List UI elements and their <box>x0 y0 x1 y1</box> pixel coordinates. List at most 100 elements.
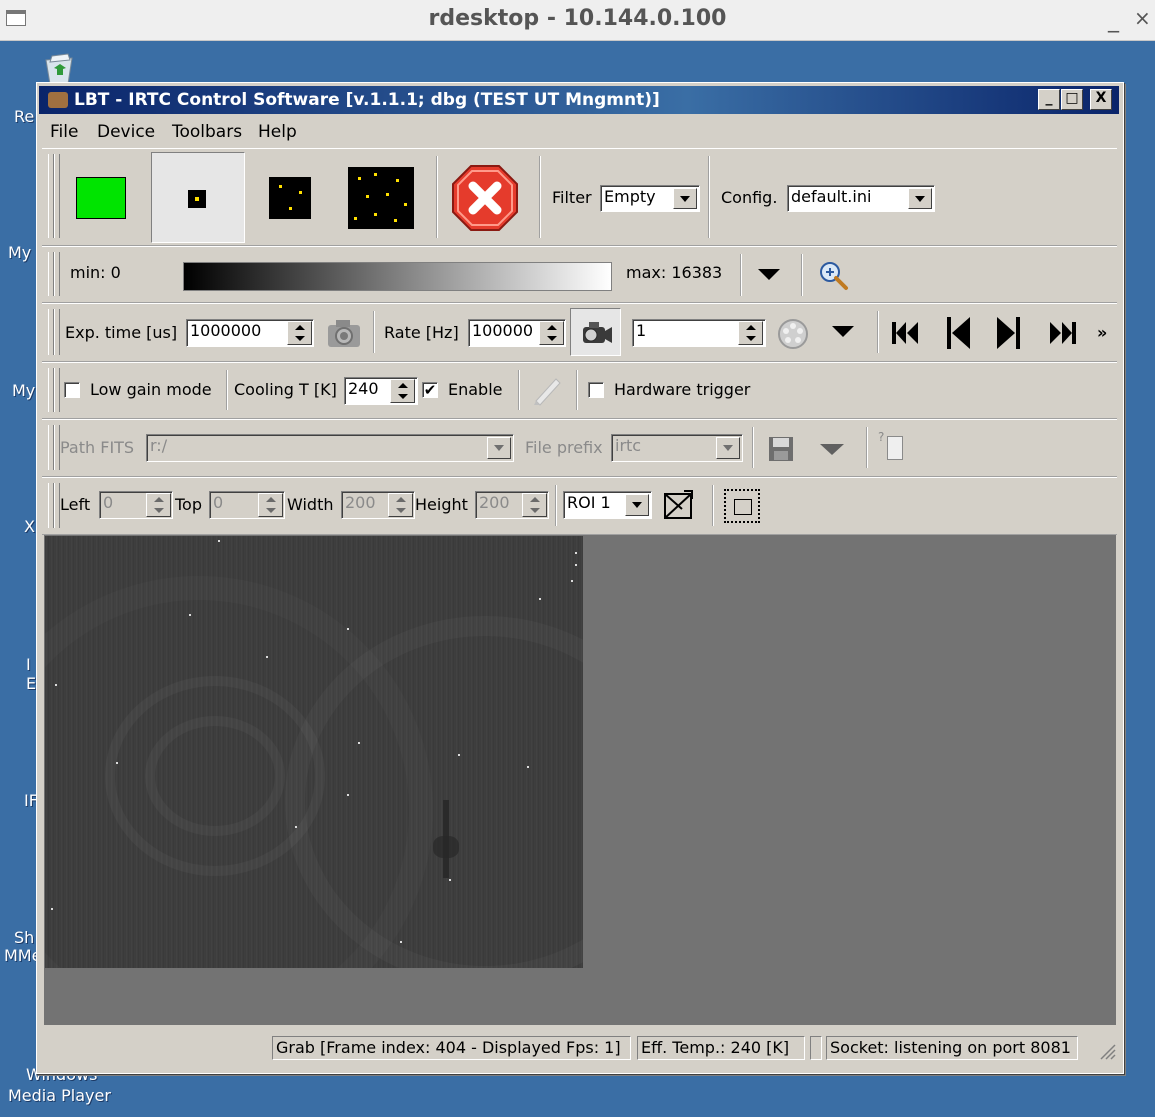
path-fits-select[interactable]: r:/ <box>146 434 514 462</box>
few-stars-mode-button[interactable] <box>269 177 311 219</box>
hardware-trigger-label: Hardware trigger <box>614 380 751 399</box>
resize-grip-icon[interactable] <box>1096 1040 1116 1060</box>
camera-frame-image[interactable] <box>45 536 583 968</box>
toolbar-separator <box>866 427 868 468</box>
scale-menu-arrow-icon[interactable] <box>758 269 780 280</box>
grab-status: Grab [Frame index: 404 - Displayed Fps: … <box>272 1036 631 1060</box>
roi-left-label: Left <box>60 495 91 514</box>
app-icon[interactable] <box>48 92 68 108</box>
rdesktop-title: rdesktop - 10.144.0.100 <box>428 6 727 31</box>
pen-icon[interactable] <box>530 373 564 407</box>
cooling-enable-checkbox[interactable]: ✔ <box>422 382 438 398</box>
status-spacer <box>810 1036 822 1060</box>
file-prefix-label: File prefix <box>525 438 603 457</box>
chevron-down-icon <box>723 445 733 451</box>
roi-left-spinner[interactable] <box>146 493 171 517</box>
recycle-bin-icon[interactable] <box>38 50 80 86</box>
camera-snapshot-icon[interactable] <box>325 316 363 350</box>
hardware-trigger-checkbox[interactable] <box>588 382 604 398</box>
stop-icon[interactable] <box>451 164 519 232</box>
toolbar-separator <box>877 311 879 353</box>
low-gain-checkbox[interactable] <box>64 382 80 398</box>
menu-help[interactable]: Help <box>258 122 297 142</box>
menu-toolbars[interactable]: Toolbars <box>172 122 242 142</box>
toolbar-grip <box>54 252 60 296</box>
scale-min-label: min: 0 <box>70 263 121 282</box>
rdesktop-close-button[interactable]: × <box>1134 6 1151 30</box>
film-reel-icon[interactable] <box>775 317 811 351</box>
header-info-glyph: ? <box>878 430 885 444</box>
video-record-button[interactable] <box>570 308 621 356</box>
next-frame-icon[interactable] <box>995 315 1023 351</box>
toolbar-overflow-button[interactable]: » <box>1097 323 1107 342</box>
frame-count-spinner[interactable] <box>738 321 763 345</box>
roi-height-label: Height <box>415 495 468 514</box>
roi-width-spinner[interactable] <box>388 493 413 517</box>
toolbar-separator <box>576 370 578 410</box>
header-info-icon[interactable]: ? <box>878 430 908 466</box>
path-fits-dropdown-button[interactable] <box>487 437 511 459</box>
exp-time-spinner[interactable] <box>287 321 312 345</box>
rdesktop-minimize-button[interactable]: _ <box>1108 8 1119 33</box>
clear-roi-icon[interactable] <box>662 489 694 521</box>
last-frame-icon[interactable] <box>1047 318 1079 348</box>
first-frame-icon[interactable] <box>889 318 921 348</box>
path-fits-label: Path FITS <box>60 438 135 457</box>
toolbar-separator <box>708 156 710 238</box>
app-minimize-button[interactable]: _ <box>1038 89 1060 110</box>
desktop-icon-label[interactable]: My <box>8 243 31 262</box>
grayscale-bar <box>183 262 612 291</box>
app-close-button[interactable]: X <box>1090 89 1112 110</box>
save-disk-icon[interactable] <box>768 436 794 462</box>
save-menu-arrow-icon[interactable] <box>820 444 844 455</box>
desktop-icon-label[interactable]: Re <box>14 107 34 126</box>
chevron-down-icon <box>680 196 690 202</box>
low-gain-label: Low gain mode <box>90 380 212 399</box>
toolbar-separator <box>436 156 438 238</box>
desktop-icon-label[interactable]: I <box>26 655 31 674</box>
toolbar-separator <box>373 311 375 353</box>
single-star-mode-button[interactable] <box>151 152 245 243</box>
toolbar-grip <box>54 368 60 412</box>
previous-frame-icon[interactable] <box>944 315 972 351</box>
toolbar-separator <box>555 485 557 526</box>
video-camera-icon <box>583 322 612 343</box>
roi-dropdown-button[interactable] <box>625 494 649 516</box>
rate-spinner[interactable] <box>539 321 564 345</box>
roi-height-spinner[interactable] <box>522 493 547 517</box>
many-stars-mode-button[interactable] <box>348 167 414 229</box>
menu-file[interactable]: File <box>50 122 78 142</box>
file-prefix-dropdown-button[interactable] <box>716 437 740 459</box>
toolbar-separator <box>226 370 228 410</box>
toolbar-separator <box>539 156 541 238</box>
roi-top-spinner[interactable] <box>258 493 283 517</box>
desktop-icon-label[interactable]: E <box>26 674 36 693</box>
zoom-in-icon[interactable] <box>818 260 850 292</box>
desktop-icon-label[interactable]: Media Player <box>8 1086 111 1105</box>
toolbar-separator <box>801 254 803 296</box>
app-maximize-button[interactable]: □ <box>1061 89 1083 110</box>
desktop-icon-label[interactable]: My <box>12 381 35 400</box>
chevron-down-icon <box>494 445 504 451</box>
select-roi-icon[interactable] <box>724 489 760 523</box>
menu-device[interactable]: Device <box>97 122 155 142</box>
temperature-status: Eff. Temp.: 240 [K] <box>637 1036 805 1060</box>
toolbar-grip <box>54 309 60 355</box>
record-menu-arrow-icon[interactable] <box>832 326 854 337</box>
config-label: Config. <box>721 188 778 207</box>
toolbar-separator <box>740 254 742 296</box>
desktop-icon-label[interactable]: X <box>24 517 35 536</box>
toolbar-separator <box>752 427 754 468</box>
chevron-down-icon <box>632 502 642 508</box>
desktop-icon-label[interactable]: Sh <box>14 928 34 947</box>
filter-dropdown-button[interactable] <box>673 188 697 209</box>
rate-label: Rate [Hz] <box>384 323 459 342</box>
cooling-temp-spinner[interactable] <box>390 379 415 403</box>
app-title: LBT - IRTC Control Software [v.1.1.1; db… <box>74 90 660 110</box>
cooling-label: Cooling T [K] <box>234 380 337 399</box>
roi-top-label: Top <box>175 495 202 514</box>
chevron-down-icon <box>915 196 925 202</box>
config-dropdown-button[interactable] <box>908 188 932 209</box>
toolbar-separator <box>712 485 714 526</box>
live-mode-button[interactable] <box>76 177 126 219</box>
